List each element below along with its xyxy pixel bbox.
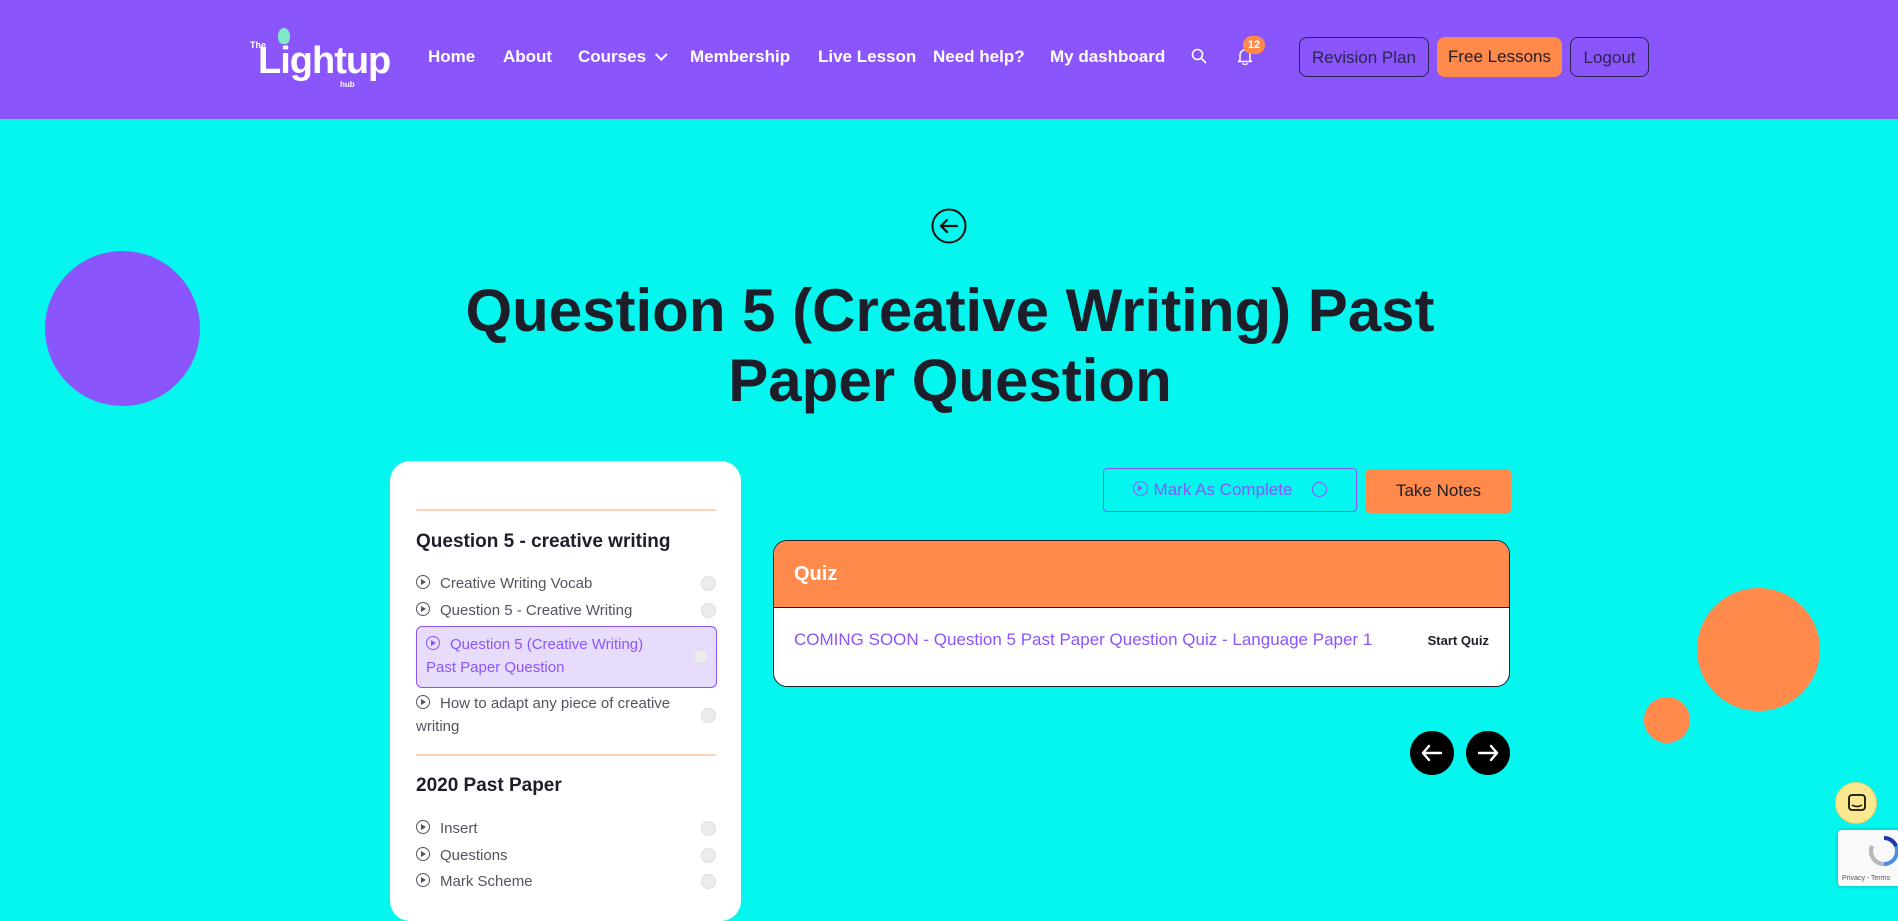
section-title: 2020 Past Paper (416, 775, 562, 796)
section-divider (416, 509, 716, 511)
nav-about[interactable]: About (503, 47, 552, 67)
lesson-item-active[interactable]: Question 5 (Creative Writing) Past Paper… (416, 626, 717, 688)
take-notes-button[interactable]: Take Notes (1366, 469, 1511, 513)
search-icon[interactable] (1191, 48, 1207, 64)
nav-need-help[interactable]: Need help? (933, 47, 1025, 67)
complete-status-indicator (701, 576, 716, 591)
notification-badge: 12 (1243, 36, 1265, 54)
mark-as-complete-label: Mark As Complete (1153, 480, 1293, 499)
mark-as-complete-button[interactable]: Mark As Complete (1103, 468, 1357, 512)
lesson-item[interactable]: Insert (416, 817, 716, 840)
lesson-label: How to adapt any piece of creative writi… (416, 695, 671, 735)
complete-status-indicator (701, 874, 716, 889)
play-circle-icon (416, 820, 430, 834)
site-header: The Lightup hub Home About Courses Membe… (0, 0, 1898, 119)
next-lesson-button[interactable] (1466, 731, 1510, 775)
nav-home[interactable]: Home (428, 47, 475, 67)
quiz-title-link[interactable]: COMING SOON - Question 5 Past Paper Ques… (794, 630, 1372, 650)
recaptcha-badge[interactable]: Privacy - Terms (1838, 830, 1898, 886)
quiz-panel: Quiz COMING SOON - Question 5 Past Paper… (773, 540, 1510, 687)
decorative-circle-orange-small (1644, 697, 1690, 743)
chevron-down-icon (654, 48, 668, 62)
circle-icon (1312, 482, 1328, 497)
quiz-row: COMING SOON - Question 5 Past Paper Ques… (774, 608, 1509, 686)
section-divider (416, 754, 716, 756)
play-circle-icon (416, 847, 430, 861)
lesson-label: Questions (440, 847, 508, 864)
page-title: Question 5 (Creative Writing) Past Paper… (465, 277, 1435, 414)
logo-bottom-text: hub (340, 80, 355, 89)
back-arrow-icon[interactable] (931, 208, 967, 244)
lesson-label: Insert (440, 820, 478, 837)
lesson-item[interactable]: Questions (416, 844, 716, 867)
lesson-sidebar: Question 5 - creative writing Creative W… (390, 461, 741, 921)
nav-my-dashboard[interactable]: My dashboard (1050, 47, 1165, 67)
play-circle-icon (1132, 481, 1148, 496)
start-quiz-link[interactable]: Start Quiz (1428, 633, 1489, 648)
lesson-item[interactable]: Question 5 - Creative Writing (416, 599, 716, 622)
complete-status-indicator (701, 603, 716, 618)
lesson-item[interactable]: Mark Scheme (416, 870, 716, 893)
chat-widget-button[interactable] (1835, 782, 1877, 824)
play-circle-icon (416, 575, 430, 589)
logout-button[interactable]: Logout (1570, 37, 1649, 77)
section-title: Question 5 - creative writing (416, 531, 671, 552)
lesson-label: Question 5 (Creative Writing) Past Paper… (426, 636, 644, 676)
chat-icon (1848, 794, 1866, 811)
recaptcha-icon (1869, 836, 1898, 866)
complete-status-indicator (701, 708, 716, 723)
lesson-item[interactable]: Creative Writing Vocab (416, 572, 716, 595)
quiz-heading: Quiz (774, 541, 1509, 608)
nav-membership[interactable]: Membership (690, 47, 790, 67)
revision-plan-button[interactable]: Revision Plan (1299, 37, 1429, 77)
previous-lesson-button[interactable] (1410, 731, 1454, 775)
lesson-label: Mark Scheme (440, 873, 533, 890)
decorative-circle-orange-large (1697, 588, 1820, 711)
logo-main-text: Lightup (258, 40, 391, 82)
nav-live-lesson[interactable]: Live Lesson (818, 47, 916, 67)
recaptcha-text: Privacy - Terms (1842, 875, 1891, 882)
lesson-label: Creative Writing Vocab (440, 575, 593, 592)
play-circle-icon (416, 602, 430, 616)
complete-status-indicator (701, 821, 716, 836)
complete-status-indicator (693, 649, 708, 664)
nav-courses[interactable]: Courses (578, 47, 668, 67)
decorative-circle-purple (45, 251, 200, 406)
play-circle-icon (426, 636, 440, 650)
play-circle-icon (416, 873, 430, 887)
lesson-item[interactable]: How to adapt any piece of creative writi… (416, 692, 716, 738)
play-circle-icon (416, 695, 430, 709)
site-logo[interactable]: The Lightup hub (248, 28, 394, 90)
free-lessons-button[interactable]: Free Lessons (1437, 37, 1562, 77)
complete-status-indicator (701, 848, 716, 863)
lesson-label: Question 5 - Creative Writing (440, 602, 633, 619)
nav-courses-label: Courses (578, 47, 647, 66)
